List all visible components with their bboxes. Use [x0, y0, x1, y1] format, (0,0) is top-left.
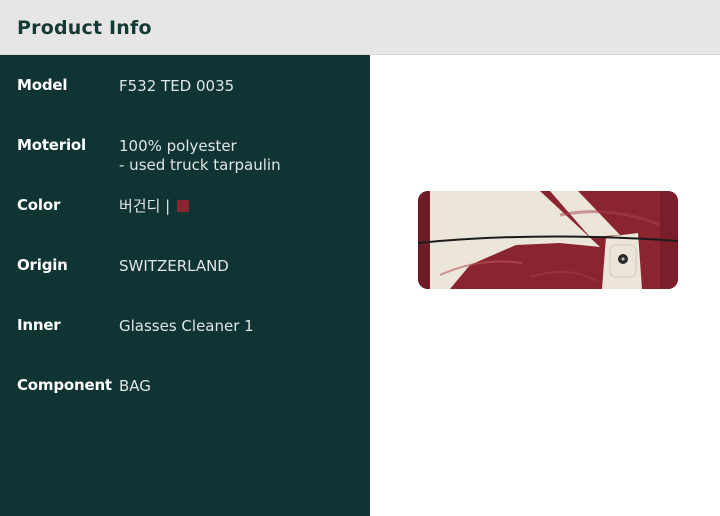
spec-value: SWITZERLAND — [119, 257, 229, 275]
color-name: 버건디 | — [119, 197, 171, 215]
spec-value: Glasses Cleaner 1 — [119, 317, 254, 335]
material-line-2: - used truck tarpaulin — [119, 156, 281, 174]
spec-label: Color — [17, 196, 61, 214]
case-left-edge — [418, 191, 432, 289]
color-swatch — [177, 200, 190, 212]
product-image-area — [370, 55, 720, 516]
spec-label: Component — [17, 376, 112, 394]
spec-label: Origin — [17, 256, 68, 274]
spec-value: 버건디 | — [119, 197, 190, 216]
spec-value: F532 TED 0035 — [119, 77, 235, 95]
spec-label: Inner — [17, 316, 61, 334]
spec-label: Moteriol — [17, 136, 86, 154]
header-bar: Product Info — [0, 0, 720, 55]
spec-value: BAG — [119, 377, 151, 395]
page-title: Product Info — [17, 17, 152, 39]
spec-label: Model — [17, 76, 68, 94]
spec-panel: Model F532 TED 0035 Moteriol 100% polyes… — [0, 55, 370, 516]
material-line-1: 100% polyester — [119, 137, 237, 155]
spec-value: 100% polyester - used truck tarpaulin — [119, 137, 281, 175]
product-image — [417, 191, 679, 289]
